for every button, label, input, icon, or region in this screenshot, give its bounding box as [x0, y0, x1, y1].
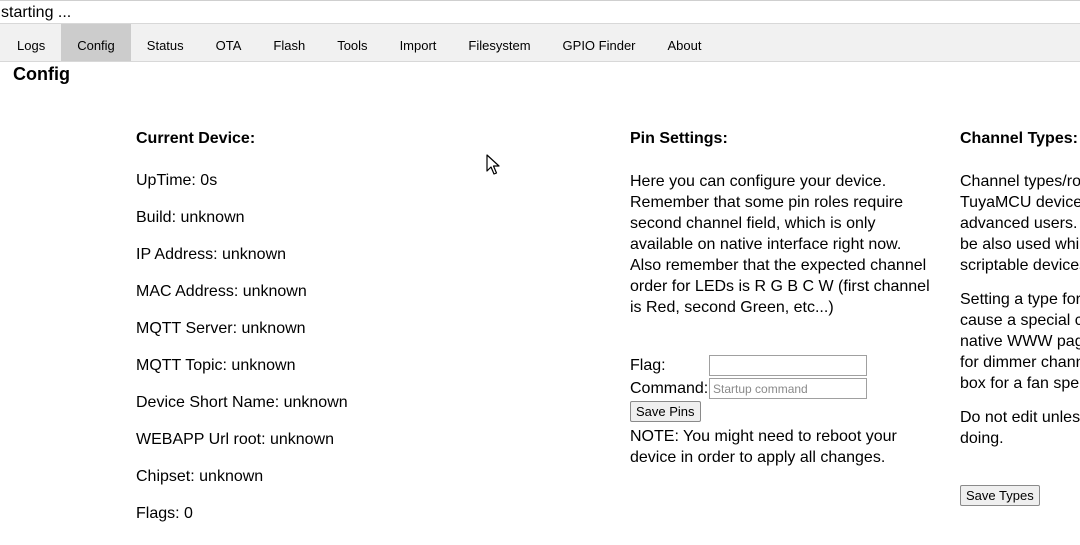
mac-address-row: MAC Address: unknown — [136, 283, 307, 300]
webapp-url-root-row: WEBAPP Url root: unknown — [136, 431, 335, 448]
page-title: Config — [13, 64, 70, 84]
mouse-cursor-icon — [486, 154, 500, 175]
description-line: Remember that some pin roles require — [630, 194, 904, 211]
paragraph-line: TuyaMCU devices — [960, 194, 1080, 211]
command-label: Command: — [630, 379, 709, 397]
mqtt-topic-row: MQTT Topic: unknown — [136, 357, 296, 374]
status-text: starting ... — [1, 4, 72, 21]
paragraph-line: box for a fan spe — [960, 375, 1080, 392]
tab-bar: Logs Config Status OTA Flash Tools Impor… — [0, 23, 1080, 62]
command-input[interactable] — [709, 378, 867, 399]
save-types-button[interactable]: Save Types — [960, 485, 1040, 506]
channel-types-panel: Channel Types: Channel types/ro TuyaMCU … — [960, 128, 1080, 506]
uptime-row: UpTime: 0s — [136, 172, 218, 189]
flag-input[interactable] — [709, 355, 867, 376]
description-line: order for LEDs is R G B C W (first chann… — [630, 278, 930, 295]
paragraph-line: doing. — [960, 430, 1004, 447]
paragraph-line: for dimmer chann — [960, 354, 1080, 371]
tab-config[interactable]: Config — [61, 24, 131, 61]
note-line: device in order to apply all changes. — [630, 449, 886, 466]
tab-logs[interactable]: Logs — [1, 24, 61, 61]
description-line: Also remember that the expected channel — [630, 257, 927, 274]
description-line: is Red, second Green, etc...) — [630, 299, 834, 316]
tab-filesystem[interactable]: Filesystem — [452, 24, 546, 61]
build-row: Build: unknown — [136, 209, 245, 226]
description-line: second channel field, which is only — [630, 215, 876, 232]
tab-gpio-finder[interactable]: GPIO Finder — [547, 24, 652, 61]
channel-types-paragraph-2: Setting a type for cause a special co na… — [960, 289, 1080, 394]
description-line: available on native interface right now. — [630, 236, 902, 253]
top-border — [0, 0, 1080, 1]
tab-tools[interactable]: Tools — [321, 24, 383, 61]
save-pins-button[interactable]: Save Pins — [630, 401, 701, 422]
command-row: Command: — [630, 377, 930, 400]
mqtt-server-row: MQTT Server: unknown — [136, 320, 306, 337]
current-device-heading: Current Device: — [136, 130, 256, 147]
tab-status[interactable]: Status — [131, 24, 200, 61]
current-device-panel: Current Device: UpTime: 0s Build: unknow… — [136, 128, 536, 541]
pin-settings-panel: Pin Settings: Here you can configure you… — [630, 128, 930, 468]
paragraph-line: Channel types/ro — [960, 173, 1080, 190]
flags-row: Flags: 0 — [136, 505, 193, 522]
paragraph-line: be also used whil — [960, 236, 1080, 253]
paragraph-line: cause a special co — [960, 312, 1080, 329]
channel-types-paragraph-1: Channel types/ro TuyaMCU devices advance… — [960, 171, 1080, 276]
reboot-note: NOTE: You might need to reboot your devi… — [630, 426, 930, 468]
channel-types-heading: Channel Types: — [960, 130, 1078, 147]
channel-types-paragraph-3: Do not edit unles doing. — [960, 407, 1080, 449]
device-short-name-row: Device Short Name: unknown — [136, 394, 348, 411]
chipset-row: Chipset: unknown — [136, 468, 264, 485]
paragraph-line: advanced users. C — [960, 215, 1080, 232]
flag-row: Flag: — [630, 354, 930, 377]
note-line: NOTE: You might need to reboot your — [630, 428, 897, 445]
save-types-wrap: Save Types — [960, 484, 1080, 506]
pin-settings-heading: Pin Settings: — [630, 130, 728, 147]
paragraph-line: Do not edit unles — [960, 409, 1080, 426]
tab-import[interactable]: Import — [384, 24, 453, 61]
paragraph-line: scriptable devices — [960, 257, 1080, 274]
pin-settings-description: Here you can configure your device. Reme… — [630, 171, 930, 318]
pin-form: Flag: Command: Save Pins NOTE: You might… — [630, 354, 930, 468]
paragraph-line: native WWW pag — [960, 333, 1080, 350]
tab-ota[interactable]: OTA — [200, 24, 258, 61]
paragraph-line: Setting a type for — [960, 291, 1080, 308]
tab-about[interactable]: About — [652, 24, 718, 61]
tab-flash[interactable]: Flash — [257, 24, 321, 61]
flag-label: Flag: — [630, 356, 666, 374]
description-line: Here you can configure your device. — [630, 173, 887, 190]
ip-address-row: IP Address: unknown — [136, 246, 287, 263]
